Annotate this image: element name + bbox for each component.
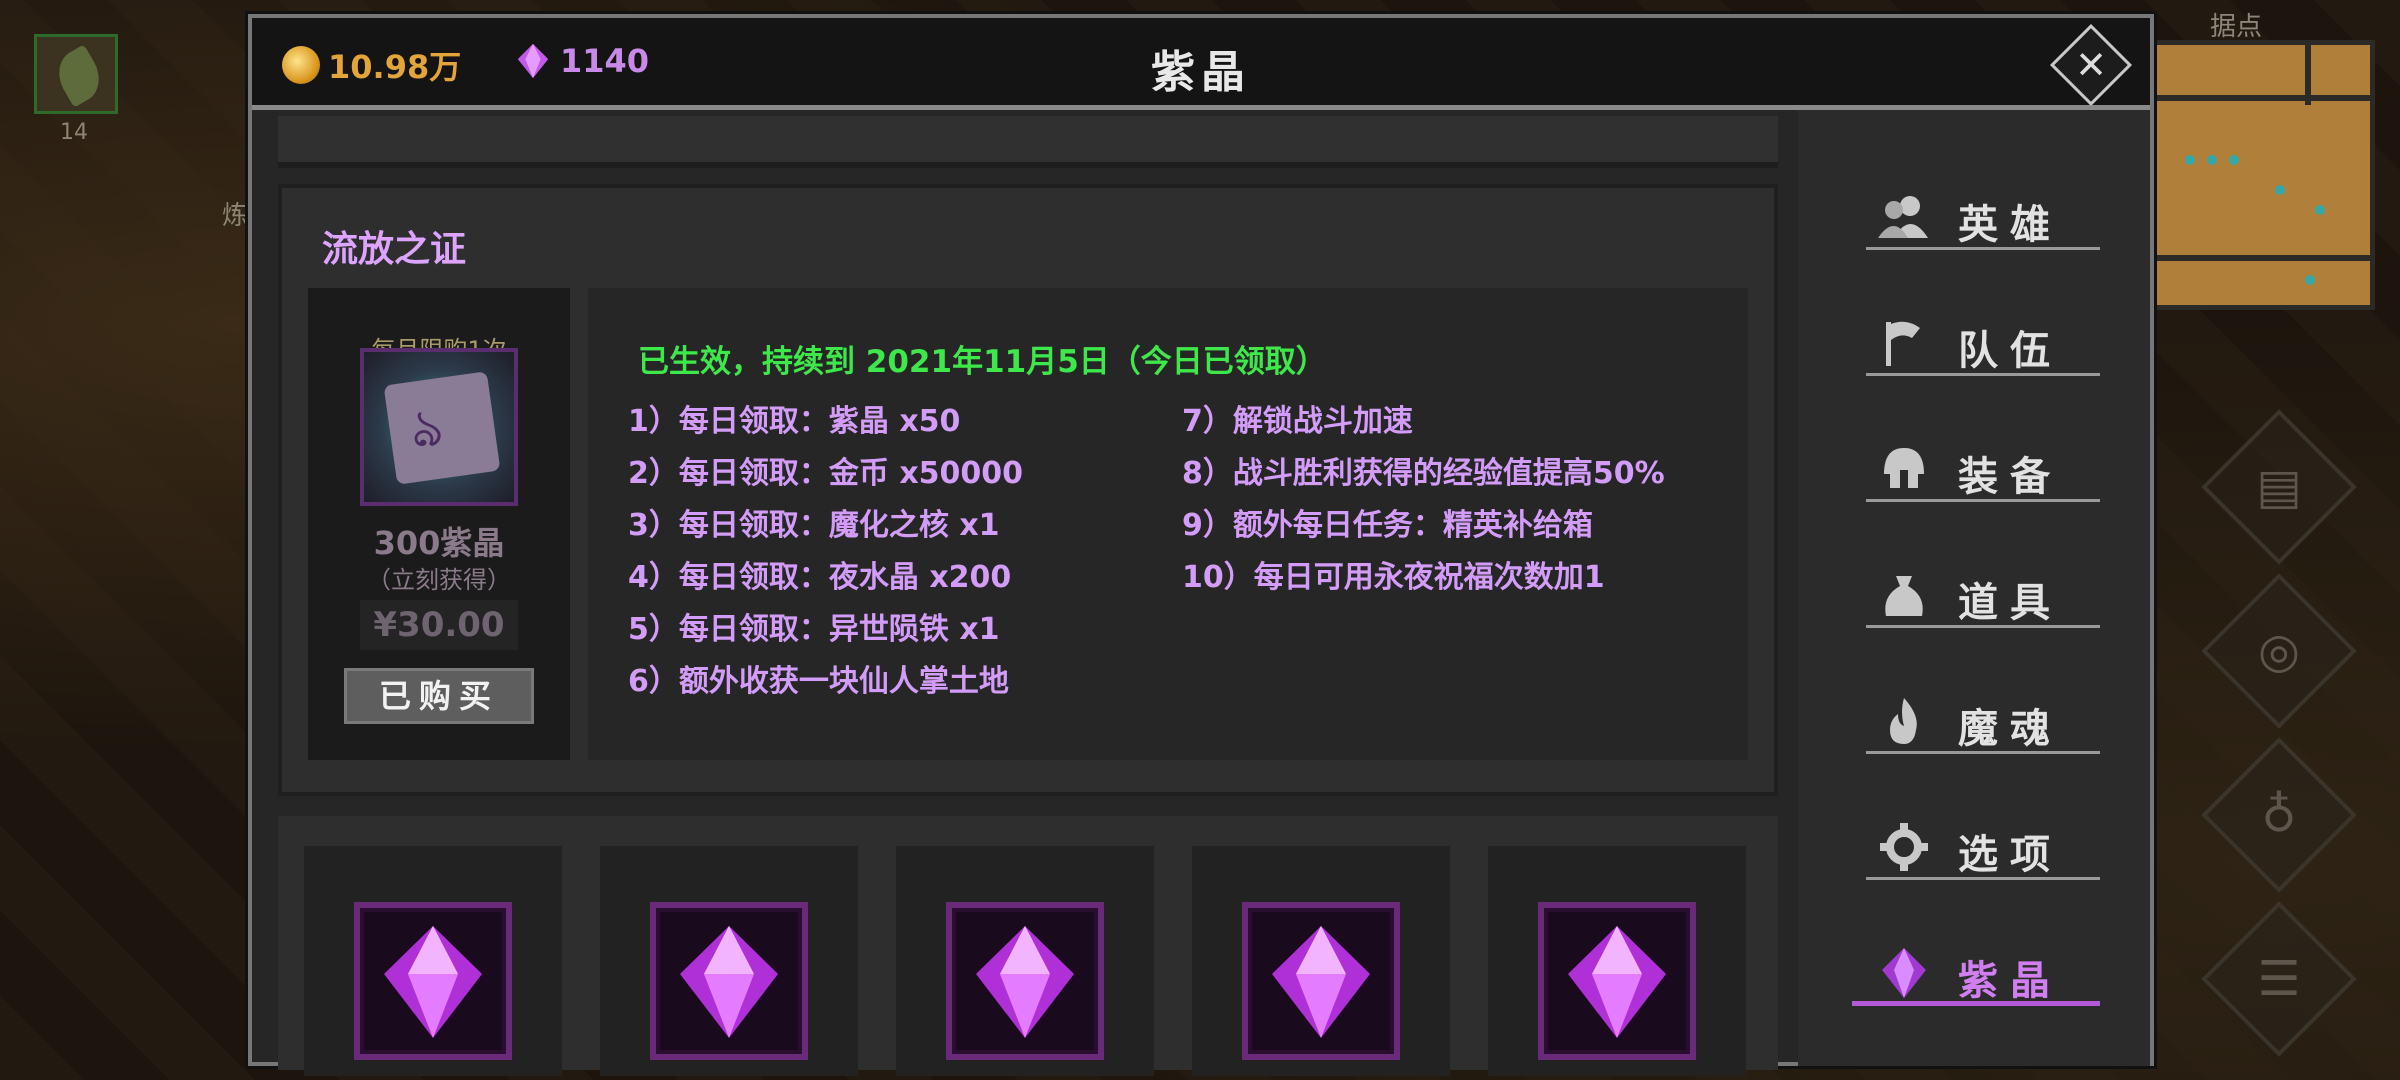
subscription-card: 流放之证 每月限购1次 ঌ 300紫晶 （立刻获得） ¥30.00 已购买 已生… bbox=[278, 184, 1778, 796]
benefit-item: 3）每日领取：魔化之核 x1 bbox=[628, 508, 1000, 543]
instant-note: （立刻获得） bbox=[367, 566, 511, 594]
sidebar-item-gems[interactable]: 紫晶 bbox=[1852, 936, 2100, 1006]
gem-icon bbox=[680, 926, 778, 1038]
gear-icon bbox=[1880, 823, 1928, 871]
sidebar-item-heroes[interactable]: 英雄 bbox=[1866, 180, 2100, 250]
benefit-item: 7）解锁战斗加速 bbox=[1182, 404, 1413, 439]
gem-icon bbox=[1882, 948, 1926, 998]
sidebar-item-label: 道具 bbox=[1958, 580, 2062, 626]
benefit-item: 5）每日领取：异世陨铁 x1 bbox=[628, 612, 1000, 647]
bag-icon bbox=[1885, 576, 1923, 616]
sidebar-item-soul[interactable]: 魔魂 bbox=[1866, 684, 2100, 754]
price-label: ¥30.00 bbox=[360, 600, 518, 650]
gem-reward-amount: 300紫晶 bbox=[373, 524, 505, 562]
scroll-icon: ▤ bbox=[2256, 459, 2302, 515]
sidebar-item-label: 英雄 bbox=[1958, 202, 2062, 248]
benefit-item: 2）每日领取：金币 x50000 bbox=[628, 456, 1024, 491]
benefit-item: 9）额外每日任务：精英补给箱 bbox=[1182, 508, 1593, 543]
page-title: 紫晶 bbox=[1151, 47, 1251, 98]
sidebar-item-label: 魔魂 bbox=[1958, 706, 2062, 752]
quick-item-count: 14 bbox=[60, 120, 88, 145]
gem-shop-panel: 10.98万 1140 紫晶 ✕ 流放之证 每月限购1次 ঌ 300紫晶 （立刻… bbox=[248, 14, 2154, 1076]
sidebar: 英雄 队伍 装备 道具 魔魂 选项 紫晶 bbox=[1798, 110, 2150, 1066]
product-box: 每月限购1次 ঌ 300紫晶 （立刻获得） ¥30.00 已购买 bbox=[308, 288, 570, 760]
sidebar-item-equipment[interactable]: 装备 bbox=[1866, 432, 2100, 502]
gem-offer-card[interactable] bbox=[896, 846, 1154, 1076]
benefit-item: 6）额外收获一块仙人掌土地 bbox=[628, 664, 1009, 699]
sidebar-item-label: 紫晶 bbox=[1958, 958, 2062, 1004]
sidebar-item-label: 队伍 bbox=[1958, 328, 2062, 374]
benefit-item: 10）每日可用永夜祝福次数加1 bbox=[1182, 560, 1605, 595]
benefits-box: 已生效，持续到 2021年11月5日（今日已领取） 1）每日领取：紫晶 x50 … bbox=[588, 288, 1748, 760]
minimap-label: 据点 bbox=[2210, 12, 2263, 42]
flag-icon bbox=[1886, 321, 1920, 366]
purchased-button[interactable]: 已购买 bbox=[344, 668, 534, 724]
sidebar-item-options[interactable]: 选项 bbox=[1866, 810, 2100, 880]
sidebar-item-label: 装备 bbox=[1958, 454, 2062, 500]
benefit-item: 1）每日领取：紫晶 x50 bbox=[628, 404, 961, 439]
gem-icon bbox=[1272, 926, 1370, 1038]
gem-offer-card[interactable] bbox=[1192, 846, 1450, 1076]
scroll-icon: ঌ bbox=[360, 348, 518, 506]
potion-icon: ♁ bbox=[2261, 787, 2297, 843]
card-title: 流放之证 bbox=[322, 229, 467, 270]
benefit-item: 4）每日领取：夜水晶 x200 bbox=[628, 560, 1012, 595]
helmet-icon bbox=[1884, 448, 1924, 488]
list-icon: ☰ bbox=[2257, 951, 2301, 1007]
gem-icon bbox=[1568, 926, 1666, 1038]
gem-icon bbox=[384, 926, 482, 1038]
heroes-icon bbox=[1878, 196, 1928, 238]
minimap[interactable] bbox=[2150, 40, 2375, 310]
partial-label: 炼 bbox=[222, 201, 249, 231]
leaf-icon bbox=[49, 44, 109, 108]
gem-icon bbox=[976, 926, 1074, 1038]
close-icon: ✕ bbox=[2075, 43, 2107, 87]
quick-item-slot[interactable] bbox=[34, 34, 118, 114]
gem-offer-card[interactable] bbox=[304, 846, 562, 1076]
sidebar-item-items[interactable]: 道具 bbox=[1866, 558, 2100, 628]
gem-offers-row bbox=[278, 816, 1778, 1076]
heroes-icon: ◎ bbox=[2258, 623, 2300, 679]
benefit-item: 8）战斗胜利获得的经验值提高50% bbox=[1182, 456, 1665, 491]
gem-offer-card[interactable] bbox=[600, 846, 858, 1076]
status-text: 已生效，持续到 2021年11月5日（今日已领取） bbox=[638, 344, 1327, 380]
top-bar: 10.98万 1140 紫晶 ✕ bbox=[252, 18, 2150, 110]
sidebar-item-team[interactable]: 队伍 bbox=[1866, 306, 2100, 376]
previous-card-edge bbox=[278, 116, 1778, 168]
gem-offer-card[interactable] bbox=[1488, 846, 1746, 1076]
flame-icon bbox=[1890, 698, 1917, 744]
sidebar-item-label: 选项 bbox=[1958, 832, 2062, 878]
